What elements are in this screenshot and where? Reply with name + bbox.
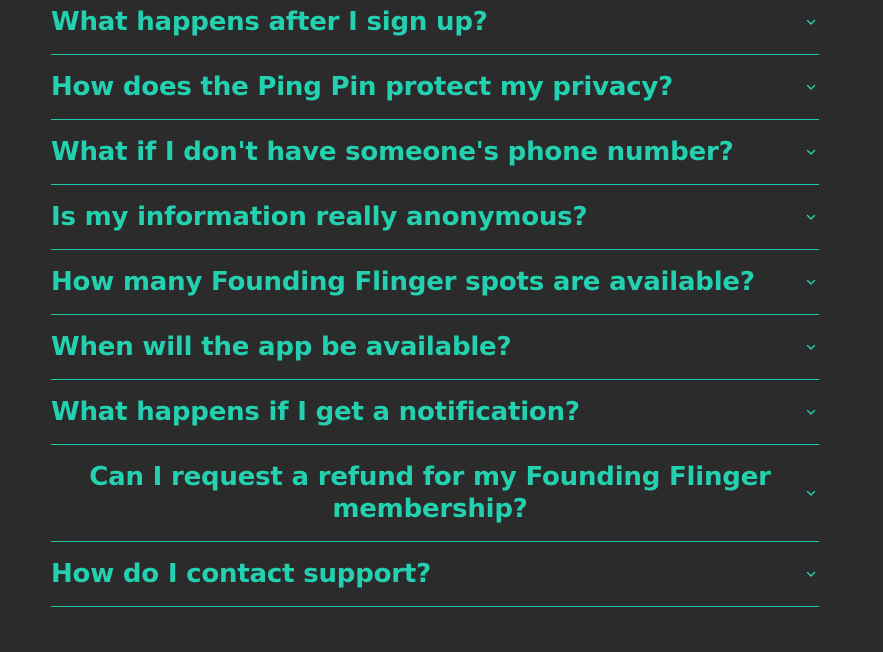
faq-question: How does the Ping Pin protect my privacy… bbox=[51, 72, 674, 102]
faq-question: How many Founding Flinger spots are avai… bbox=[51, 267, 755, 297]
chevron-down-icon[interactable] bbox=[805, 211, 817, 223]
faq-item-contact-support[interactable]: How do I contact support? bbox=[51, 542, 819, 607]
faq-question: What happens if I get a notification? bbox=[51, 397, 580, 427]
faq-item-ping-pin-privacy[interactable]: How does the Ping Pin protect my privacy… bbox=[51, 55, 819, 120]
chevron-down-icon[interactable] bbox=[805, 487, 817, 499]
chevron-down-icon[interactable] bbox=[805, 16, 817, 28]
faq-question: Is my information really anonymous? bbox=[51, 202, 588, 232]
faq-item-no-phone-number[interactable]: What if I don't have someone's phone num… bbox=[51, 120, 819, 185]
chevron-down-icon[interactable] bbox=[805, 406, 817, 418]
faq-question: What if I don't have someone's phone num… bbox=[51, 137, 734, 167]
faq-item-refund[interactable]: Can I request a refund for my Founding F… bbox=[51, 445, 819, 542]
faq-question: How do I contact support? bbox=[51, 559, 431, 589]
chevron-down-icon[interactable] bbox=[805, 276, 817, 288]
faq-item-notification[interactable]: What happens if I get a notification? bbox=[51, 380, 819, 445]
faq-question: What happens after I sign up? bbox=[51, 7, 488, 37]
faq-question: Can I request a refund for my Founding F… bbox=[89, 462, 771, 524]
faq-question: When will the app be available? bbox=[51, 332, 512, 362]
chevron-down-icon[interactable] bbox=[805, 341, 817, 353]
chevron-down-icon[interactable] bbox=[805, 568, 817, 580]
faq-item-founding-spots[interactable]: How many Founding Flinger spots are avai… bbox=[51, 250, 819, 315]
faq-item-app-availability[interactable]: When will the app be available? bbox=[51, 315, 819, 380]
chevron-down-icon[interactable] bbox=[805, 146, 817, 158]
faq-item-anonymous[interactable]: Is my information really anonymous? bbox=[51, 185, 819, 250]
faq-item-after-signup[interactable]: What happens after I sign up? bbox=[51, 0, 819, 55]
faq-list: What happens after I sign up? How does t… bbox=[51, 0, 819, 607]
chevron-down-icon[interactable] bbox=[805, 81, 817, 93]
